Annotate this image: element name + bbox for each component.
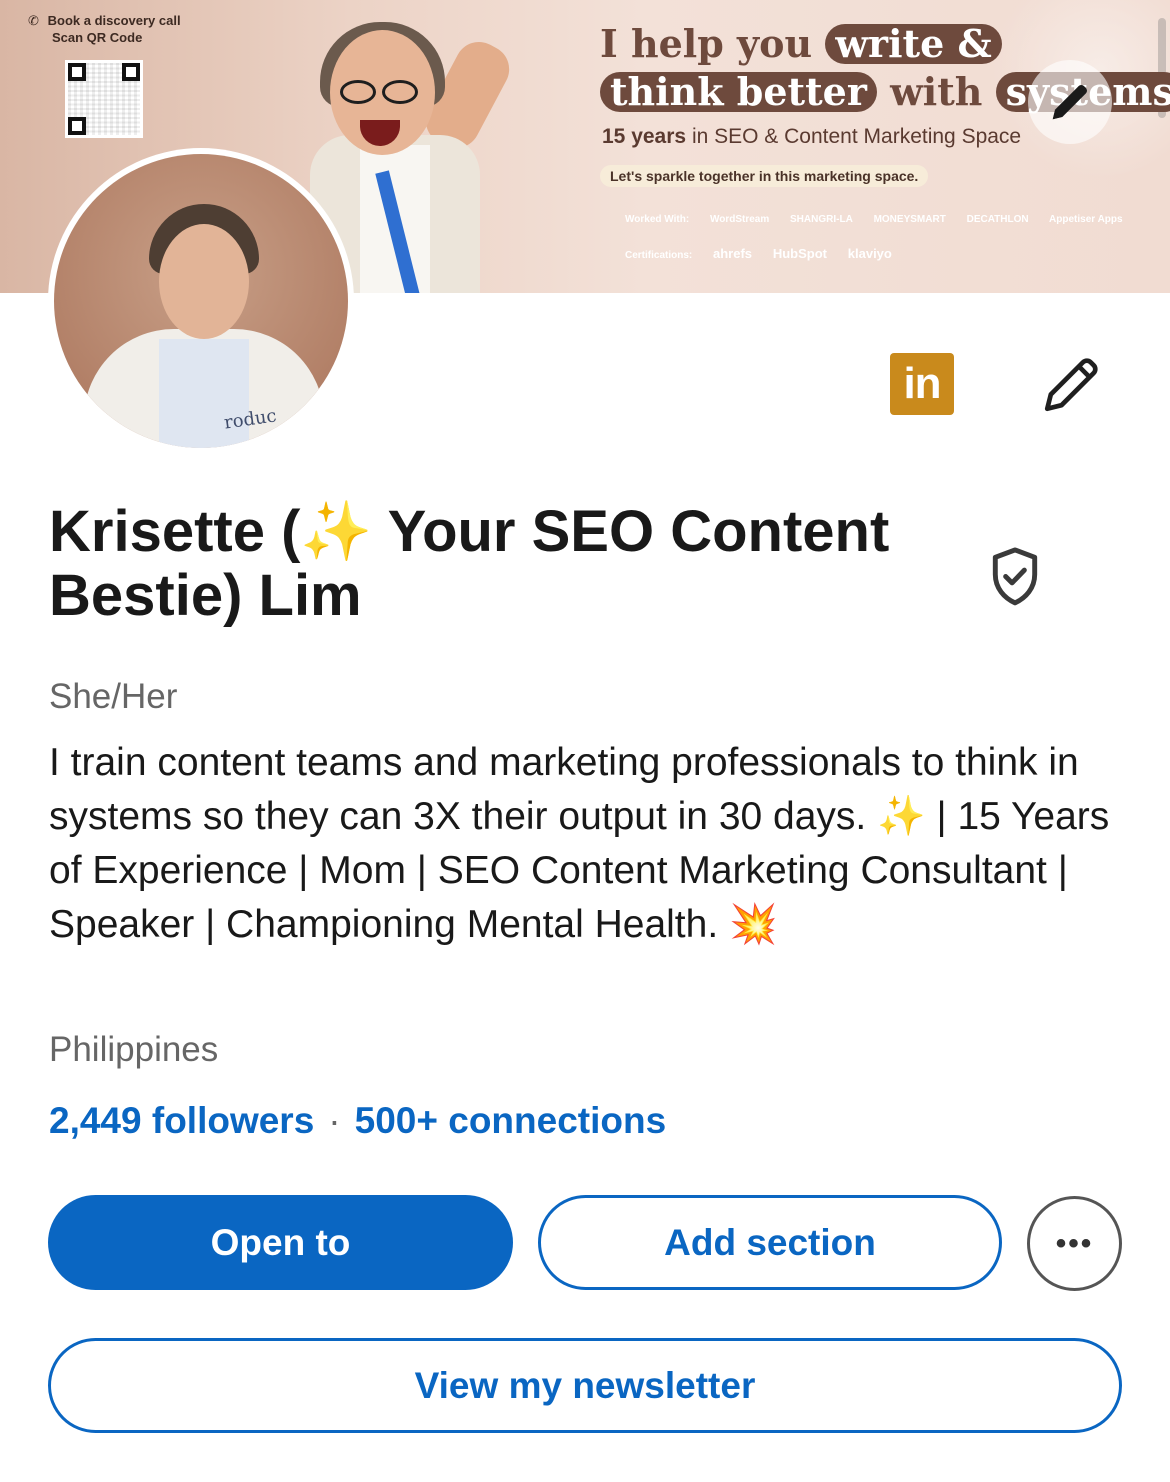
worked-with-logos: Worked With: WordStream SHANGRI-LA MONEY… [625,214,1123,225]
pronouns: She/Her [49,677,178,716]
phone-icon: ✆ [28,13,39,28]
certification-logos: Certifications: ahrefs HubSpot klaviyo [625,246,892,261]
followers-link[interactable]: 2,449 followers [49,1100,314,1141]
network-stats: 2,449 followers · 500+ connections [49,1100,666,1142]
location: Philippines [49,1030,219,1069]
pencil-icon [1044,358,1098,412]
book-call-text: ✆ Book a discovery call Scan QR Code [28,13,181,45]
profile-headline: I train content teams and marketing prof… [49,741,1110,946]
add-section-button[interactable]: Add section [538,1195,1002,1290]
verified-shield-icon[interactable] [985,545,1045,609]
scan-qr-label: Scan QR Code [52,30,143,45]
edit-profile-button[interactable] [1036,348,1108,420]
view-newsletter-button[interactable]: View my newsletter [48,1338,1122,1433]
profile-name: Krisette (✨ Your SEO Content Bestie) Lim [49,499,890,628]
separator-dot: · [328,1100,341,1141]
banner-sparkle-tag: Let's sparkle together in this marketing… [600,165,929,187]
connections-link[interactable]: 500+ connections [355,1100,667,1141]
qr-code [65,60,143,138]
more-options-button[interactable]: ••• [1027,1196,1122,1291]
edit-banner-button[interactable] [1028,60,1112,144]
profile-avatar[interactable]: roduc [48,148,354,454]
pencil-icon [1052,84,1088,120]
banner-years: 15 years in SEO & Content Marketing Spac… [602,125,1022,148]
linkedin-logo-icon[interactable]: in [890,353,954,415]
open-to-button[interactable]: Open to [48,1195,513,1290]
